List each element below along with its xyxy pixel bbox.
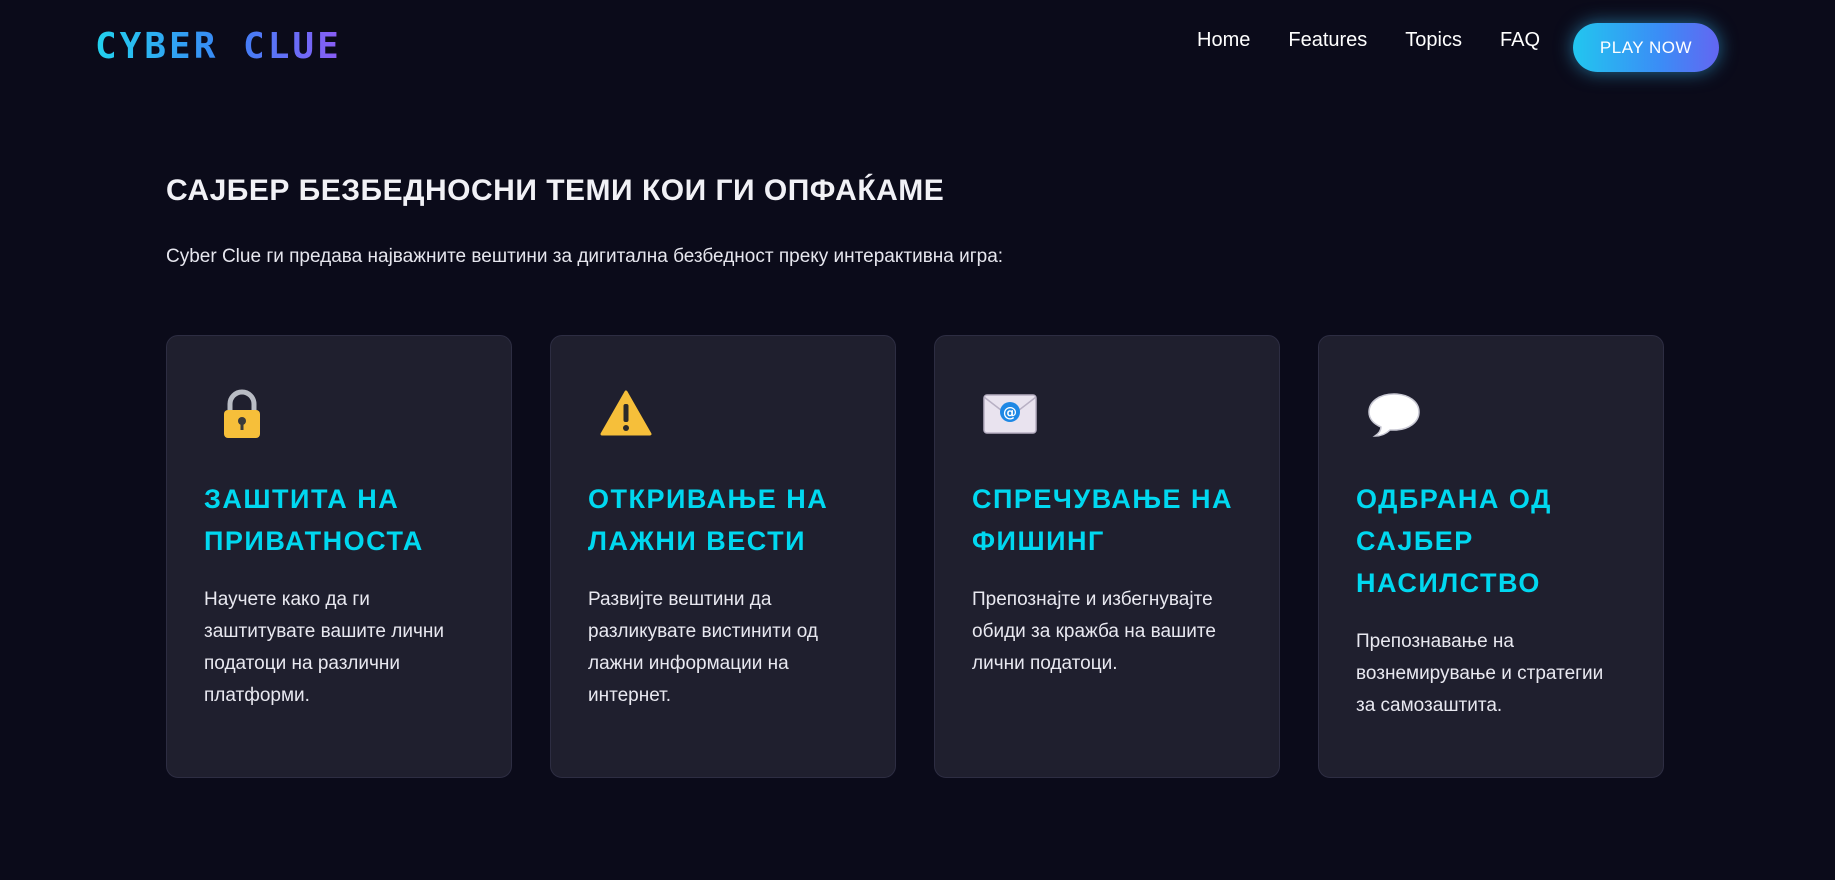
- section-title: САЈБЕР БЕЗБЕДНОСНИ ТЕМИ КОИ ГИ ОПФАЌАМЕ: [166, 174, 945, 207]
- card-title: СПРЕЧУВАЊЕ НА ФИШИНГ: [972, 484, 1234, 556]
- topic-card-phishing: @ СПРЕЧУВАЊЕ НА ФИШИНГ Препознајте и изб…: [934, 335, 1280, 778]
- card-title: ЗАШТИТА НА ПРИВАТНОСТА: [204, 484, 424, 556]
- topic-card-fake-news: ОТКРИВАЊЕ НА ЛАЖНИ ВЕСТИ Развијте вештин…: [550, 335, 896, 778]
- topic-cards: ЗАШТИТА НА ПРИВАТНОСТА Научете како да г…: [166, 335, 1664, 778]
- card-title: ОТКРИВАЊЕ НА ЛАЖНИ ВЕСТИ: [588, 484, 829, 556]
- card-description: Препознајте и избегнувајте обиди за краж…: [972, 589, 1216, 674]
- nav-link-topics[interactable]: Topics: [1405, 28, 1462, 52]
- lock-icon: [224, 389, 260, 438]
- card-description: Развијте вештини да разликувате вистинит…: [588, 589, 818, 706]
- topic-card-cyberbullying: ОДБРАНА ОД САЈБЕР НАСИЛСТВО Препознавање…: [1318, 335, 1664, 778]
- svg-text:@: @: [1003, 405, 1017, 421]
- logo[interactable]: CYBER CLUE: [95, 26, 342, 68]
- card-description: Препознавање на вознемирување и стратеги…: [1356, 631, 1604, 716]
- speech-bubble-icon: [1368, 393, 1420, 437]
- section-subtitle: Cyber Clue ги предава најважните вештини…: [166, 246, 1004, 267]
- card-title: ОДБРАНА ОД САЈБЕР НАСИЛСТВО: [1356, 484, 1552, 598]
- nav-links: Home Features Topics FAQ: [1197, 28, 1540, 52]
- nav-link-home[interactable]: Home: [1197, 28, 1250, 52]
- card-description: Научете како да ги заштитувате вашите ли…: [204, 589, 444, 706]
- nav-link-features[interactable]: Features: [1288, 28, 1367, 52]
- warning-icon: [600, 390, 652, 436]
- nav-link-faq[interactable]: FAQ: [1500, 28, 1540, 52]
- play-now-button[interactable]: PLAY NOW: [1573, 23, 1719, 72]
- envelope-icon: @: [983, 394, 1037, 434]
- navbar: CYBER CLUE Home Features Topics FAQ PLAY…: [0, 0, 1835, 95]
- topic-card-privacy: ЗАШТИТА НА ПРИВАТНОСТА Научете како да г…: [166, 335, 512, 778]
